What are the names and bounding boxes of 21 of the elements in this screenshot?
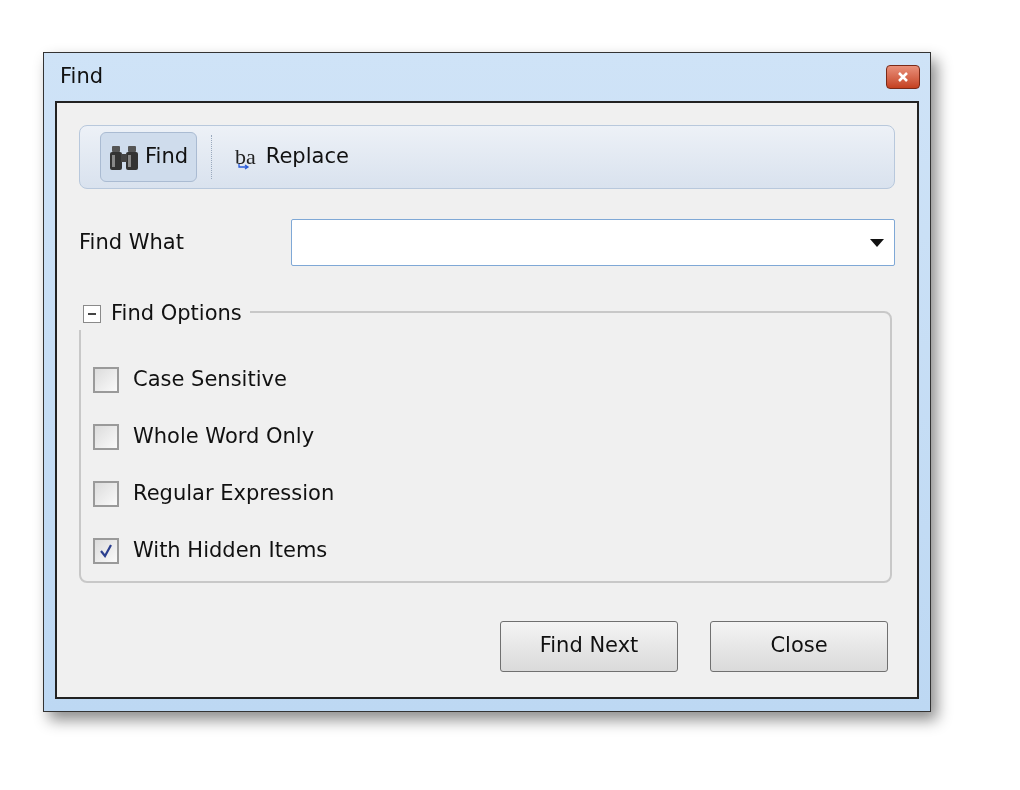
checkbox-label: Regular Expression [133, 479, 335, 507]
find-what-label: Find What [79, 228, 185, 256]
checkbox[interactable] [93, 423, 119, 450]
tab[interactable]: ba Replace [226, 132, 358, 182]
checkbox-label: Whole Word Only [133, 422, 315, 450]
window-title: Find [60, 63, 104, 91]
checkbox[interactable] [93, 480, 119, 507]
checkbox-label: With Hidden Items [133, 536, 328, 564]
find-what-combobox[interactable] [291, 219, 895, 266]
tab[interactable]: Find [100, 132, 198, 182]
checkbox[interactable] [93, 537, 119, 564]
dialog-button[interactable]: Close [710, 620, 888, 672]
group-title: Find Options [111, 300, 242, 327]
checkmark-icon [98, 542, 114, 559]
checkbox[interactable] [93, 366, 119, 393]
checkbox-label: Case Sensitive [133, 365, 287, 393]
close-button[interactable] [886, 65, 920, 89]
dialog-button[interactable]: Find Next [500, 620, 678, 672]
dropdown-caret-icon [870, 238, 884, 247]
close-icon [897, 71, 909, 83]
collapse-toggle[interactable] [83, 304, 101, 323]
